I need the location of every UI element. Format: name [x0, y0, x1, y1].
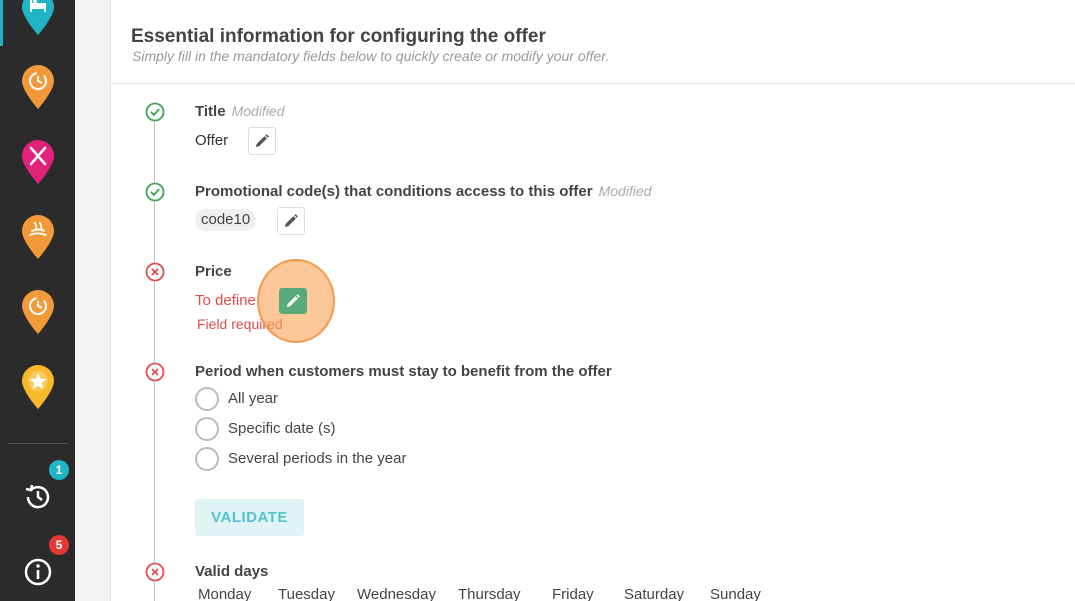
sidebar-item-favorites[interactable]: [20, 364, 56, 410]
radio-label: All year: [228, 390, 279, 407]
radio-label: Specific date (s): [228, 420, 336, 437]
restaurant-icon: [22, 140, 54, 184]
day-tuesday[interactable]: Tuesday: [278, 586, 335, 601]
sidebar-item-spa[interactable]: [20, 214, 56, 260]
price-value: To define: [195, 292, 256, 309]
promo-label: Promotional code(s) that conditions acce…: [195, 183, 651, 200]
divider: [111, 83, 1075, 84]
error-circle-icon: [145, 362, 165, 382]
pencil-icon: [285, 214, 298, 227]
day-wednesday[interactable]: Wednesday: [357, 586, 436, 601]
edit-title-button[interactable]: [248, 127, 276, 155]
spa-icon: [22, 215, 54, 259]
error-circle-icon: [145, 562, 165, 582]
info-button[interactable]: [22, 556, 54, 588]
sidebar-item-schedule-2[interactable]: [20, 289, 56, 335]
radio-button[interactable]: [195, 447, 219, 471]
radio-label: Several periods in the year: [228, 450, 407, 467]
info-badge: 5: [49, 535, 69, 555]
history-badge: 1: [49, 460, 69, 480]
valid-days-label: Valid days: [195, 563, 269, 580]
price-label: Price: [195, 263, 232, 280]
edit-promo-button[interactable]: [277, 207, 305, 235]
promo-label-text: Promotional code(s) that conditions acce…: [195, 183, 593, 200]
period-label: Period when customers must stay to benef…: [195, 363, 612, 380]
check-circle-icon: [145, 182, 165, 202]
title-value: Offer: [195, 132, 229, 149]
sidebar-item-restaurant[interactable]: [20, 139, 56, 185]
sidebar: 1 5: [0, 0, 75, 601]
offer-config-card: Essential information for configuring th…: [110, 0, 1075, 601]
sidebar-divider: [8, 443, 68, 444]
pencil-icon: [256, 134, 269, 147]
promo-status: [145, 182, 165, 202]
title-label: Title Modified: [195, 103, 285, 120]
title-modified-tag: Modified: [231, 103, 285, 119]
card-subtitle: Simply fill in the mandatory fields belo…: [132, 48, 610, 64]
valid-days-status: [145, 562, 165, 582]
bed-icon: [22, 0, 54, 35]
sidebar-item-accommodation[interactable]: [20, 0, 56, 36]
day-monday[interactable]: Monday: [198, 586, 251, 601]
radio-button[interactable]: [195, 387, 219, 411]
pencil-icon: [287, 294, 300, 307]
edit-price-button[interactable]: [279, 288, 307, 314]
price-status: [145, 262, 165, 282]
day-saturday[interactable]: Saturday: [624, 586, 684, 601]
promo-code-chip: code10: [195, 209, 257, 231]
star-icon: [22, 365, 54, 409]
title-status: [145, 102, 165, 122]
day-thursday[interactable]: Thursday: [458, 586, 521, 601]
info-icon: [24, 558, 52, 586]
active-indicator: [0, 0, 3, 46]
day-friday[interactable]: Friday: [552, 586, 594, 601]
promo-modified-tag: Modified: [598, 183, 652, 199]
check-circle-icon: [145, 102, 165, 122]
card-title: Essential information for configuring th…: [131, 26, 546, 47]
history-button[interactable]: [22, 481, 54, 513]
title-label-text: Title: [195, 103, 226, 120]
day-sunday[interactable]: Sunday: [710, 586, 761, 601]
history-icon: [25, 484, 50, 509]
sidebar-item-schedule[interactable]: [20, 64, 56, 110]
radio-button[interactable]: [195, 417, 219, 441]
validate-button[interactable]: VALIDATE: [195, 499, 304, 536]
clock-icon: [22, 290, 54, 334]
period-status: [145, 362, 165, 382]
clock-icon: [22, 65, 54, 109]
error-circle-icon: [145, 262, 165, 282]
